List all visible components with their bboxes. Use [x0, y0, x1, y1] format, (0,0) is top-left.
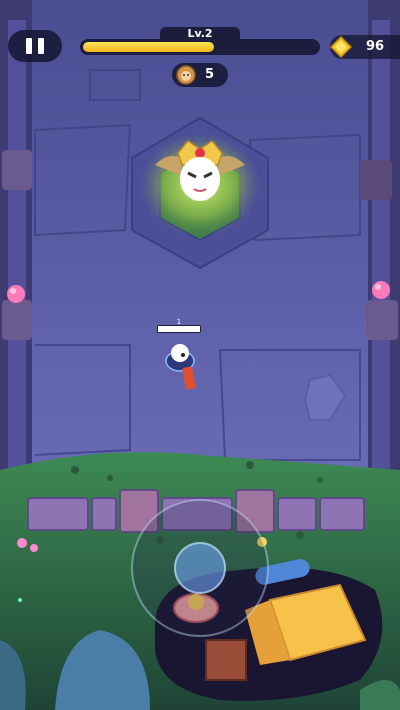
player-health-label: 1: [176, 318, 182, 326]
gem-coin-icon: [330, 36, 352, 58]
xp-progress-bar: [80, 39, 320, 55]
player-health-fill: [158, 326, 200, 332]
pause-icon: [26, 38, 32, 54]
boss-portrait-icon[interactable]: [150, 135, 250, 215]
pause-button[interactable]: [8, 30, 62, 62]
coin-count: 96: [366, 39, 385, 54]
coin-counter: 96: [330, 35, 400, 59]
player-character: [165, 344, 196, 390]
monster-kill-icon: [176, 65, 196, 85]
kill-counter: 5: [172, 63, 228, 87]
game-scene[interactable]: 1 Lv.2 96 5: [0, 0, 400, 710]
kill-count: 5: [205, 67, 215, 82]
xp-progress-fill: [83, 42, 215, 52]
player-health-bar: [157, 325, 201, 333]
